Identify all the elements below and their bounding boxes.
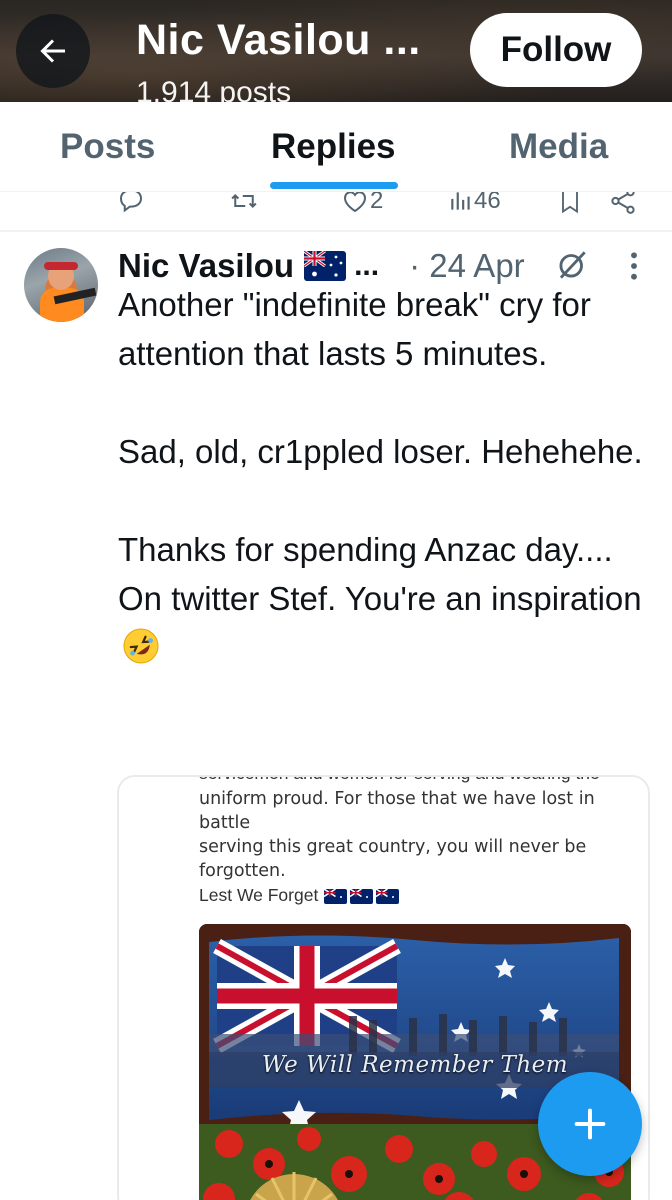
profile-name: Nic Vasilou ...: [136, 16, 421, 64]
reply-button[interactable]: [116, 192, 146, 216]
back-button[interactable]: [16, 14, 90, 88]
lest-we-forget: Lest We Forget: [199, 885, 400, 906]
rolling-laughing-emoji-icon: [123, 628, 159, 664]
embed-line: uniform proud. For those that we have lo…: [199, 789, 595, 833]
follow-button[interactable]: Follow: [470, 13, 642, 87]
post-paragraph: Another "indefinite break" cry for atten…: [118, 286, 591, 372]
post-paragraph: Thanks for spending Anzac day.... On twi…: [118, 525, 658, 672]
embed-line: forgotten.: [199, 861, 286, 881]
repost-button[interactable]: [228, 192, 260, 216]
bookmark-button[interactable]: [556, 192, 584, 216]
post-body: Another "indefinite break" cry for atten…: [118, 280, 658, 672]
post-count: 1,914 posts: [136, 76, 292, 102]
post-divider: [0, 230, 672, 232]
bookmark-icon: [562, 192, 578, 214]
tab-media[interactable]: Media: [509, 102, 608, 192]
australia-flag-icon: [304, 251, 347, 281]
grok-icon[interactable]: [553, 246, 591, 284]
active-tab-indicator: [270, 182, 398, 189]
tab-replies[interactable]: Replies: [271, 102, 396, 192]
tab-posts[interactable]: Posts: [60, 102, 155, 192]
more-options-icon[interactable]: [626, 250, 642, 282]
poster-caption: We Will Remember Them: [261, 1052, 569, 1078]
views-icon: [451, 192, 470, 210]
avatar[interactable]: [24, 248, 98, 322]
previous-post-actions: 2 46: [0, 192, 672, 232]
embed-line: serving this great country, you will nev…: [199, 837, 587, 857]
repost-icon: [231, 193, 257, 209]
like-button[interactable]: 2: [340, 192, 383, 216]
plus-icon: [574, 1108, 606, 1140]
arrow-left-icon: [40, 39, 65, 63]
name-ellipsis: ...: [354, 249, 380, 282]
views-button[interactable]: 46: [448, 192, 501, 216]
heart-icon: [343, 192, 367, 213]
post-paragraph: Sad, old, cr1ppled loser. Hehehehe.: [118, 433, 643, 470]
post-paragraph-text: Thanks for spending Anzac day.... On twi…: [118, 531, 642, 617]
reply-icon: [119, 192, 143, 213]
view-count: 46: [474, 192, 501, 214]
share-icon: [611, 192, 635, 214]
share-button[interactable]: [608, 192, 638, 216]
profile-header: Nic Vasilou ... 1,914 posts Follow: [0, 0, 672, 102]
embed-text: uniform proud. For those that we have lo…: [199, 787, 639, 883]
embed-cut-line: servicemen and women for serving and wea…: [199, 777, 600, 784]
profile-tabs: Posts Replies Media: [0, 102, 672, 192]
australia-flags-icon: [324, 887, 400, 904]
like-count: 2: [370, 192, 384, 214]
lest-we-forget-text: Lest We Forget: [199, 885, 319, 905]
compose-button[interactable]: [538, 1072, 642, 1176]
